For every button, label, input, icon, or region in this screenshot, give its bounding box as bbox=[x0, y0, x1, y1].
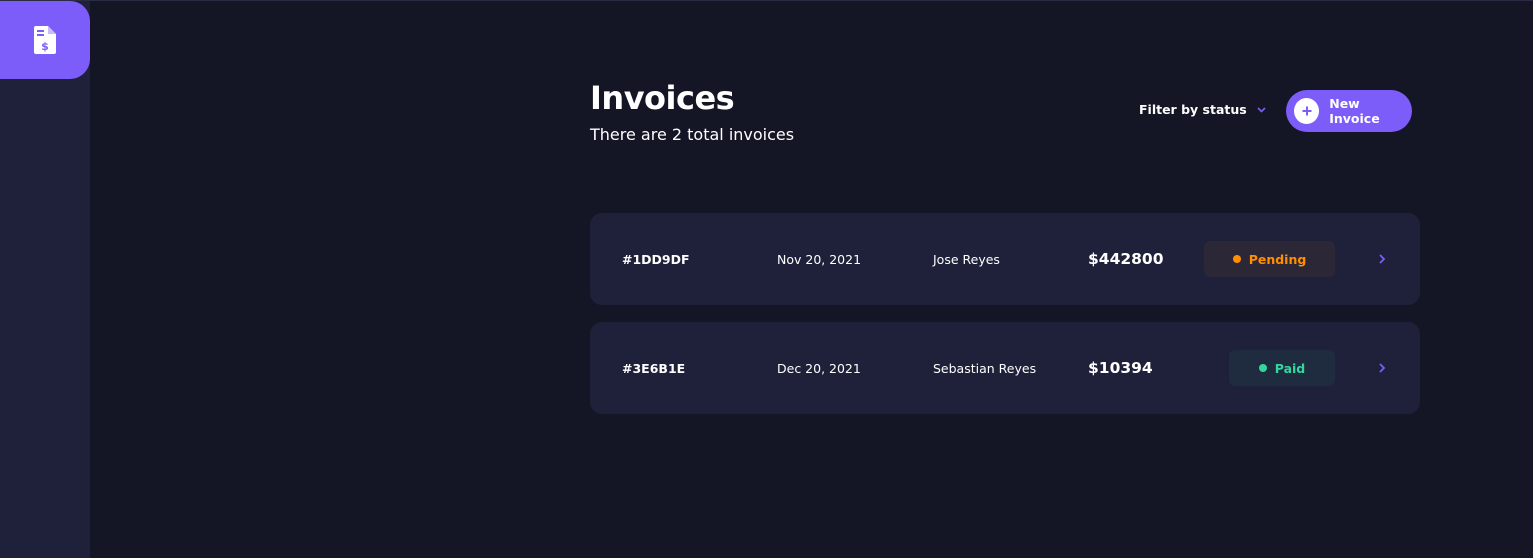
filter-by-status-dropdown[interactable]: Filter by status bbox=[1139, 102, 1266, 117]
invoice-count-text: There are 2 total invoices bbox=[590, 125, 795, 144]
new-invoice-button[interactable]: New Invoice bbox=[1286, 90, 1412, 132]
invoice-id: #1DD9DF bbox=[622, 213, 690, 305]
status-badge: Pending bbox=[1204, 241, 1335, 277]
filter-label: Filter by status bbox=[1139, 102, 1247, 117]
invoice-id: #3E6B1E bbox=[622, 322, 685, 414]
invoice-id-value: 1DD9DF bbox=[632, 251, 690, 267]
chevron-down-icon bbox=[1257, 106, 1266, 113]
invoice-due-date: Dec 20, 2021 bbox=[777, 360, 861, 376]
invoice-client-name: Sebastian Reyes bbox=[933, 360, 1037, 376]
invoice-client-name: Jose Reyes bbox=[933, 251, 1000, 267]
invoice-due-date: Nov 20, 2021 bbox=[777, 251, 862, 267]
invoice-amount: $10394 bbox=[1088, 359, 1153, 377]
status-label: Pending bbox=[1248, 251, 1307, 267]
plus-icon bbox=[1294, 98, 1320, 124]
status-badge: Paid bbox=[1229, 350, 1335, 386]
app-window: $ Invoices There are 2 total invoices Fi… bbox=[0, 0, 1533, 558]
invoice-dollar-icon: $ bbox=[34, 26, 56, 54]
invoice-id-value: 3E6B1E bbox=[632, 360, 686, 376]
app-logo[interactable]: $ bbox=[0, 1, 90, 79]
page-title: Invoices bbox=[590, 79, 735, 117]
invoice-id-prefix: # bbox=[622, 251, 633, 267]
new-invoice-label: New Invoice bbox=[1329, 96, 1380, 126]
status-dot bbox=[1258, 364, 1267, 372]
sidebar: $ bbox=[0, 1, 90, 558]
invoice-row[interactable]: #1DD9DF Nov 20, 2021 Jose Reyes $442800 … bbox=[590, 213, 1420, 305]
svg-text:$: $ bbox=[41, 40, 49, 53]
invoice-row[interactable]: #3E6B1E Dec 20, 2021 Sebastian Reyes $10… bbox=[590, 322, 1420, 414]
chevron-right-icon[interactable] bbox=[1378, 362, 1386, 374]
invoice-amount: $442800 bbox=[1088, 250, 1164, 268]
status-dot bbox=[1232, 255, 1241, 263]
invoice-id-prefix: # bbox=[622, 360, 633, 376]
status-label: Paid bbox=[1274, 360, 1306, 376]
chevron-right-icon[interactable] bbox=[1378, 253, 1386, 265]
